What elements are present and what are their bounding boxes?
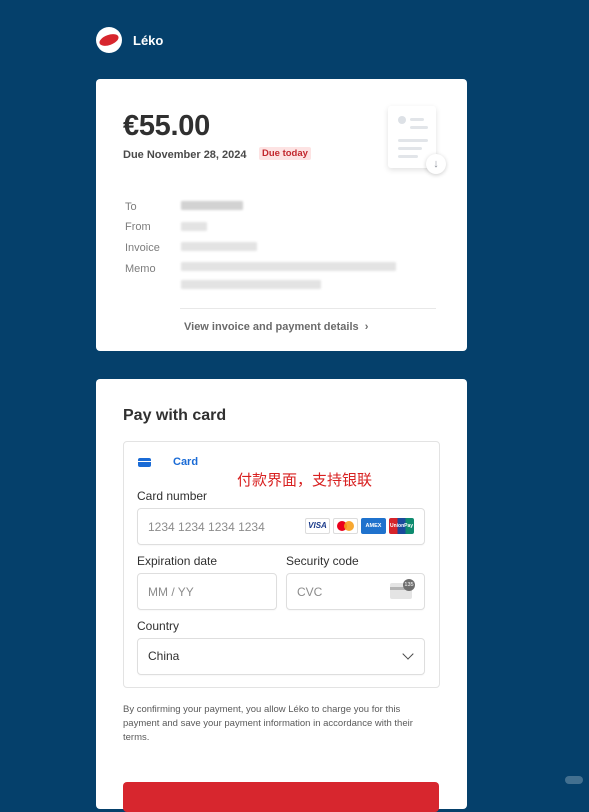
invoice-document-icon: ↓ xyxy=(384,104,446,176)
page-indicator xyxy=(565,776,583,784)
cvc-icon-number: 135 xyxy=(403,579,415,591)
detail-label-invoice: Invoice xyxy=(125,242,160,254)
card-number-label: Card number xyxy=(137,489,208,503)
country-label: Country xyxy=(137,619,180,633)
detail-label-from: From xyxy=(125,221,151,233)
card-number-input[interactable] xyxy=(148,509,320,544)
card-brand-logos: VISA AMEX UnionPay xyxy=(305,518,414,534)
detail-value-to-redacted xyxy=(181,201,243,210)
payment-card: Pay with card Card 付款界面，支持银联 Card number… xyxy=(96,379,467,812)
expiration-input[interactable] xyxy=(148,574,231,609)
leko-logo-icon xyxy=(96,27,122,53)
country-value: China xyxy=(148,649,180,663)
detail-value-memo-redacted xyxy=(181,262,396,271)
due-date: Due November 28, 2024 xyxy=(123,149,247,161)
mastercard-icon xyxy=(333,518,358,534)
consent-text: By confirming your payment, you allow Lé… xyxy=(123,704,413,743)
country-select[interactable]: China xyxy=(137,638,425,675)
expiration-field[interactable] xyxy=(137,573,277,610)
chevron-right-icon: › xyxy=(361,321,369,333)
divider xyxy=(180,308,436,309)
annotation-overlay-text: 付款界面，支持银联 xyxy=(237,471,373,489)
amex-icon: AMEX xyxy=(361,518,386,534)
detail-label-to: To xyxy=(125,201,137,213)
pay-with-card-title: Pay with card xyxy=(123,407,227,424)
invoice-summary-card: €55.00 Due November 28, 2024 Due today ↓… xyxy=(96,79,467,351)
cvc-card-icon: 135 xyxy=(390,579,415,599)
expiration-label: Expiration date xyxy=(137,554,218,568)
detail-value-invoice-redacted xyxy=(181,242,257,251)
view-details-label: View invoice and payment details xyxy=(184,321,359,333)
credit-card-icon xyxy=(138,457,151,467)
unionpay-icon: UnionPay xyxy=(389,518,414,534)
view-invoice-details-link[interactable]: View invoice and payment details › xyxy=(184,321,368,333)
download-icon[interactable]: ↓ xyxy=(426,154,446,174)
security-code-label: Security code xyxy=(286,554,359,568)
card-number-field[interactable]: VISA AMEX UnionPay xyxy=(137,508,425,545)
security-code-input[interactable] xyxy=(297,574,380,609)
security-code-field[interactable]: 135 xyxy=(286,573,425,610)
brand-name: Léko xyxy=(133,32,164,48)
invoice-amount: €55.00 xyxy=(123,110,210,142)
due-today-badge: Due today xyxy=(259,147,311,160)
brand-header: Léko xyxy=(96,27,163,53)
card-payment-form: Card 付款界面，支持银联 Card number VISA AMEX Uni… xyxy=(123,441,440,688)
visa-icon: VISA xyxy=(305,518,330,534)
pay-button[interactable] xyxy=(123,782,439,812)
detail-value-from-redacted xyxy=(181,222,207,231)
detail-value-memo-redacted-2 xyxy=(181,280,321,289)
chevron-down-icon xyxy=(402,648,414,660)
payment-method-tab-card[interactable]: Card xyxy=(138,456,198,468)
card-tab-label: Card xyxy=(173,456,199,468)
detail-label-memo: Memo xyxy=(125,263,156,275)
